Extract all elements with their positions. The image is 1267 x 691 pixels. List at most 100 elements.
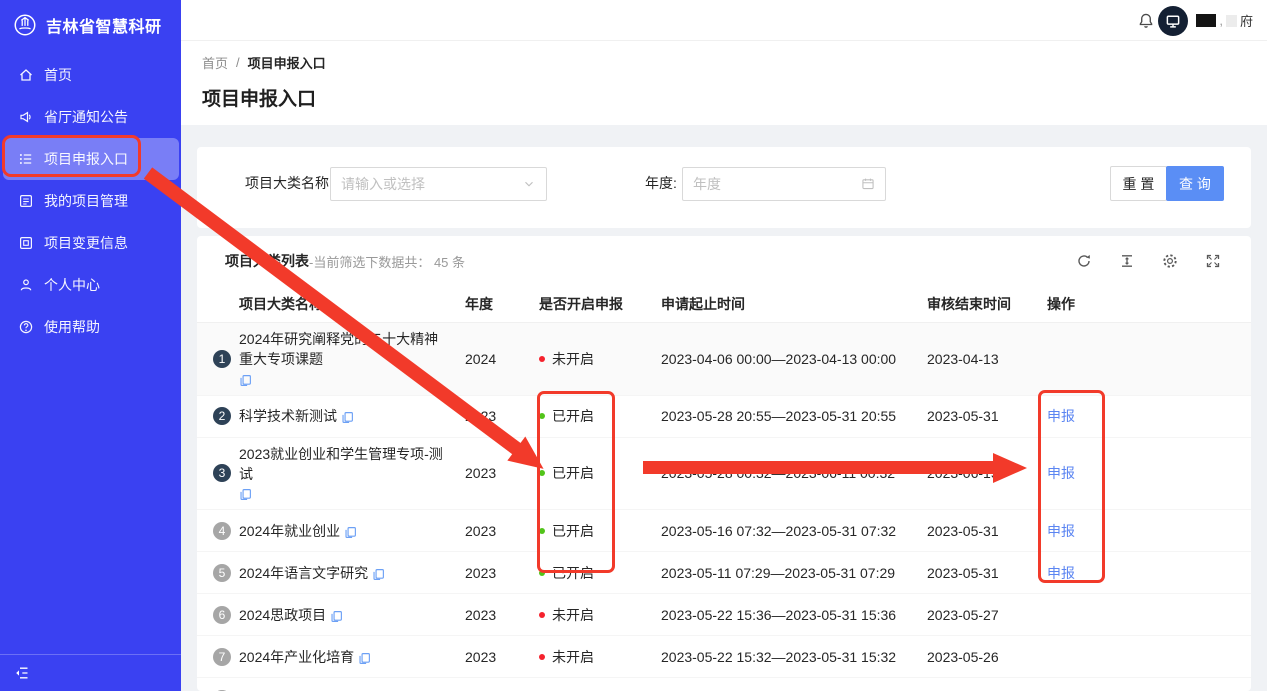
chevron-down-icon (522, 177, 536, 191)
apply-period: 2023-05-22 15:36—2023-05-31 15:36 (645, 607, 911, 623)
project-year: 2023 (457, 649, 527, 665)
sidebar-item-label: 我的项目管理 (44, 191, 128, 211)
search-button[interactable]: 查 询 (1166, 166, 1224, 201)
year-label: 年度: (645, 173, 677, 193)
action-cell: 申报 (1031, 406, 1235, 426)
sidebar-item-personal-center[interactable]: 个人中心 (0, 264, 181, 306)
reload-icon[interactable] (1076, 253, 1092, 269)
table-count: -当前筛选下数据共： 45 条 (309, 252, 465, 271)
year-picker[interactable] (682, 167, 886, 201)
status-label: 已开启 (552, 463, 594, 483)
status-label: 已开启 (552, 563, 594, 583)
calendar-icon (861, 177, 875, 191)
status-dot (539, 413, 545, 419)
sidebar-item-home[interactable]: 首页 (0, 54, 181, 96)
copy-icon[interactable] (239, 374, 252, 387)
project-year: 2024 (457, 351, 527, 367)
apply-link[interactable]: 申报 (1047, 523, 1075, 539)
status-dot (539, 654, 545, 660)
category-select[interactable] (330, 167, 547, 201)
status-dot (539, 612, 545, 618)
sidebar-item-my-projects[interactable]: 我的项目管理 (0, 180, 181, 222)
status-dot (539, 570, 545, 576)
project-name: 2024年语言文字研究 (239, 563, 368, 583)
sidebar-item-label: 项目申报入口 (44, 149, 128, 169)
project-name: 2023就业创业和学生管理专项-测试 (239, 444, 447, 485)
rank-badge: 7 (213, 648, 231, 666)
review-end-date: 2023-06-15 (911, 465, 1031, 481)
copy-icon[interactable] (341, 411, 354, 424)
review-end-date: 2023-05-31 (911, 523, 1031, 539)
sidebar-item-notices[interactable]: 省厅通知公告 (0, 96, 181, 138)
review-end-date: 2023-04-13 (911, 351, 1031, 367)
apply-period: 2023-05-16 07:32—2023-05-31 07:32 (645, 523, 911, 539)
action-cell: 申报 (1031, 521, 1235, 541)
table-row: 4 2024年就业创业 2023 已开启 2023-05-16 07:32—20… (197, 510, 1251, 552)
col-header-period: 申请起止时间 (645, 294, 911, 314)
user-menu[interactable]: , 府 (1158, 5, 1253, 36)
table-card: 项目大类列表 -当前筛选下数据共： 45 条 项目大类名称 年度 是否开启申报 … (197, 236, 1251, 691)
project-name: 2024年产业化培育 (239, 647, 354, 667)
menu-fold-icon[interactable] (14, 665, 30, 681)
row-density-icon[interactable] (1119, 253, 1135, 269)
table-title: 项目大类列表 (225, 251, 309, 271)
apply-link[interactable]: 申报 (1047, 408, 1075, 424)
app-logo-icon (12, 12, 38, 38)
app-brand: 吉林省智慧科研 (0, 0, 181, 50)
project-name: 科学技术新测试 (239, 406, 337, 426)
breadcrumb-current: 项目申报入口 (248, 53, 326, 72)
sidebar-nav: 首页 省厅通知公告 项目申报入口 我的项目管理 项目变更信息 个人中心 使用帮助 (0, 54, 181, 348)
review-end-date: 2023-05-31 (911, 408, 1031, 424)
rank-badge: 2 (213, 407, 231, 425)
action-cell: 申报 (1031, 463, 1235, 483)
table-row: 7 2024年产业化培育 2023 未开启 2023-05-22 15:32—2… (197, 636, 1251, 678)
copy-icon[interactable] (358, 652, 371, 665)
apply-link[interactable]: 申报 (1047, 565, 1075, 581)
avatar (1158, 6, 1188, 36)
year-picker-input[interactable] (693, 176, 861, 192)
apply-period: 2023-04-06 00:00—2023-04-13 00:00 (645, 351, 911, 367)
status-label: 未开启 (552, 605, 594, 625)
megaphone-icon (18, 109, 34, 125)
notification-bell-icon[interactable] (1137, 12, 1155, 30)
apply-link[interactable]: 申报 (1047, 465, 1075, 481)
gear-icon[interactable] (1162, 253, 1178, 269)
status-dot (539, 470, 545, 476)
status-label: 未开启 (552, 647, 594, 667)
rank-badge: 1 (213, 350, 231, 368)
rank-badge: 3 (213, 464, 231, 482)
fullscreen-icon[interactable] (1205, 253, 1221, 269)
table-header-row: 项目大类名称 年度 是否开启申报 申请起止时间 审核结束时间 操作 (197, 286, 1251, 323)
sidebar-item-label: 首页 (44, 65, 72, 85)
review-end-date: 2023-05-26 (911, 649, 1031, 665)
user-name-suffix: 府 (1240, 11, 1253, 30)
status-label: 未开启 (552, 349, 594, 369)
breadcrumb-home[interactable]: 首页 (202, 53, 228, 72)
rank-badge: 5 (213, 564, 231, 582)
project-name: 2024年就业创业 (239, 521, 340, 541)
table-row: 1 2024年研究阐释党的二十大精神重大专项课题 2024 未开启 2023-0… (197, 323, 1251, 396)
help-icon (18, 319, 34, 335)
col-header-review-end: 审核结束时间 (911, 294, 1031, 314)
category-select-input[interactable] (341, 176, 522, 192)
sidebar-item-help[interactable]: 使用帮助 (0, 306, 181, 348)
sidebar-item-label: 项目变更信息 (44, 233, 128, 253)
reset-button[interactable]: 重 置 (1110, 166, 1167, 201)
sidebar-item-label: 省厅通知公告 (44, 107, 128, 127)
user-name-comma: , (1219, 13, 1223, 28)
project-year: 2023 (457, 408, 527, 424)
copy-icon[interactable] (344, 526, 357, 539)
apply-period: 2023-05-11 07:29—2023-05-31 07:29 (645, 565, 911, 581)
project-name: 2024思政项目 (239, 605, 326, 625)
apply-period: 2023-05-22 15:32—2023-05-31 15:32 (645, 649, 911, 665)
project-name: 2024年研究阐释党的二十大精神重大专项课题 (239, 329, 447, 370)
col-header-open: 是否开启申报 (527, 294, 645, 314)
sidebar-item-apply-entry[interactable]: 项目申报入口 (3, 138, 179, 180)
sidebar-item-change-info[interactable]: 项目变更信息 (0, 222, 181, 264)
app-title: 吉林省智慧科研 (46, 13, 162, 37)
copy-icon[interactable] (239, 488, 252, 501)
copy-icon[interactable] (330, 610, 343, 623)
sidebar-item-label: 个人中心 (44, 275, 100, 295)
copy-icon[interactable] (372, 568, 385, 581)
review-end-date: 2023-05-27 (911, 607, 1031, 623)
